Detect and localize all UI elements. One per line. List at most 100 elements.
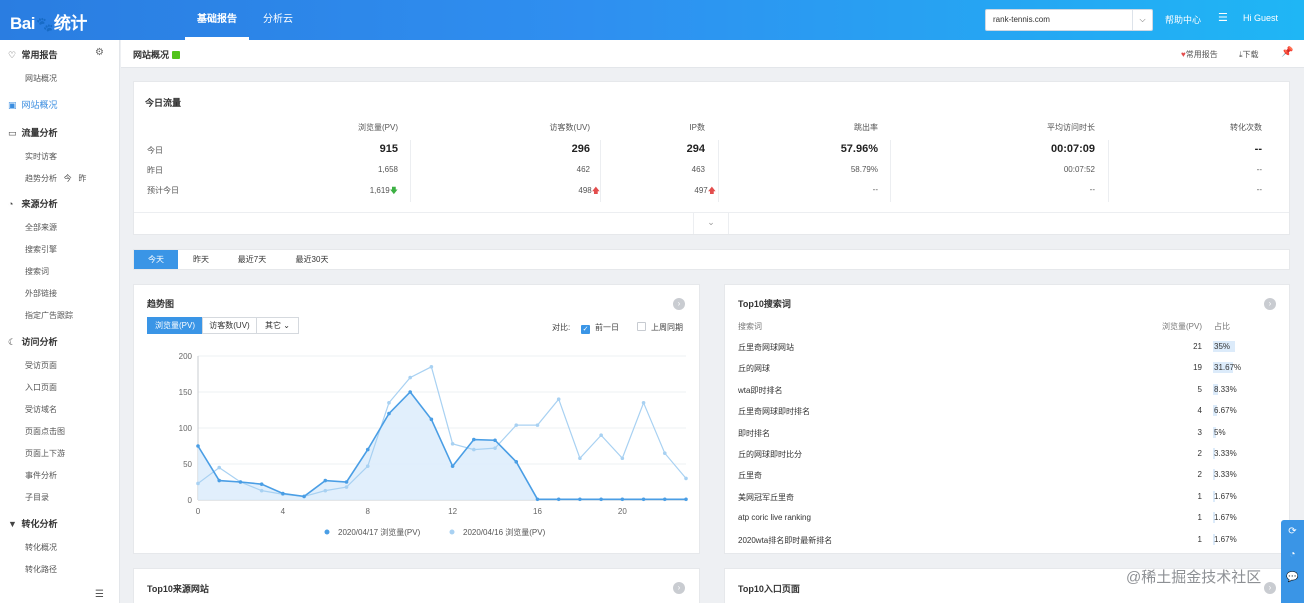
kw-share: 5% bbox=[1214, 427, 1226, 437]
data-point bbox=[259, 488, 264, 493]
sidebar-item-subdirectory[interactable]: 子目录 bbox=[25, 492, 49, 503]
sidebar-group-favorites[interactable]: ♡ 常用报告 bbox=[8, 48, 58, 61]
sidebar-group-traffic[interactable]: ▭ 流量分析 bbox=[8, 126, 58, 139]
today-ip: 294 bbox=[686, 143, 705, 155]
kw-term[interactable]: 丘里奇 bbox=[738, 470, 762, 481]
compare-prev-day[interactable]: ✓ 前一日 bbox=[581, 322, 619, 334]
chat-icon[interactable]: 💬 bbox=[1281, 572, 1304, 583]
baidu-tongji-logo[interactable]: Bai🐾统计 bbox=[10, 9, 87, 34]
data-point bbox=[323, 488, 328, 493]
sidebar-item-realtime[interactable]: 实时访客 bbox=[25, 151, 57, 162]
sidebar-item-page-flow[interactable]: 页面上下游 bbox=[25, 448, 65, 459]
sidebar-item-external-link[interactable]: 外部链接 bbox=[25, 288, 57, 299]
tab-today[interactable]: 今天 bbox=[134, 250, 178, 269]
data-point bbox=[599, 497, 603, 502]
sidebar-item-search-term[interactable]: 搜索词 bbox=[25, 266, 49, 277]
chevron-down-icon[interactable]: ⌵ bbox=[1132, 10, 1152, 30]
trend-yesterday-link[interactable]: 昨 bbox=[78, 174, 86, 183]
kw-term[interactable]: 即时排名 bbox=[738, 428, 770, 439]
data-point bbox=[514, 460, 519, 464]
column-divider bbox=[718, 140, 719, 202]
sidebar-item-conversion-path[interactable]: 转化路径 bbox=[25, 564, 57, 575]
download-button[interactable]: ⤓下载 bbox=[1239, 49, 1259, 60]
tab-yesterday[interactable]: 昨天 bbox=[179, 250, 223, 269]
sidebar-item-visited-domains[interactable]: 受访域名 bbox=[25, 404, 57, 415]
checkbox-icon[interactable] bbox=[637, 322, 646, 331]
sidebar-item-all-source[interactable]: 全部来源 bbox=[25, 222, 57, 233]
legend-marker bbox=[449, 529, 455, 535]
kw-term[interactable]: wta即时排名 bbox=[738, 385, 782, 396]
kw-share: 3.33% bbox=[1214, 449, 1237, 458]
today-bounce: 57.96% bbox=[840, 143, 878, 155]
sidebar-group-visit[interactable]: ☾ 访问分析 bbox=[8, 335, 58, 348]
metric-uv-button[interactable]: 访客数(UV) bbox=[202, 317, 257, 334]
sidebar-item-entry-pages[interactable]: 入口页面 bbox=[25, 382, 57, 393]
kw-term[interactable]: 2020wta排名即时最新排名 bbox=[738, 535, 832, 546]
column-divider bbox=[600, 140, 601, 202]
kw-share: 3.33% bbox=[1214, 470, 1237, 480]
x-tick-label: 16 bbox=[533, 507, 542, 516]
site-selector[interactable]: rank-tennis.com ⌵ bbox=[985, 9, 1153, 31]
metric-other-dropdown[interactable]: 其它 ⌄ bbox=[256, 317, 299, 334]
menu-icon[interactable]: ☰ bbox=[1218, 11, 1228, 24]
more-arrow-icon[interactable]: › bbox=[1264, 582, 1276, 594]
kw-term[interactable]: 丘里奇网球网站 bbox=[738, 342, 794, 353]
sidebar-group-conversion[interactable]: ▼ 转化分析 bbox=[8, 517, 58, 530]
data-point bbox=[196, 444, 200, 448]
gear-icon[interactable]: ⚙ bbox=[95, 47, 104, 58]
expand-chevron-icon[interactable]: ⌄ bbox=[693, 212, 729, 234]
kw-pv: 1 bbox=[1197, 491, 1202, 501]
col-conversions: 转化次数 bbox=[1230, 123, 1262, 132]
kw-term[interactable]: atp coric live ranking bbox=[738, 513, 811, 522]
sidebar-item-visited-pages[interactable]: 受访页面 bbox=[25, 360, 57, 371]
more-arrow-icon[interactable]: › bbox=[1264, 298, 1276, 310]
kw-share: 1.67% bbox=[1214, 513, 1237, 523]
metric-pv-button[interactable]: 浏览量(PV) bbox=[147, 317, 203, 334]
data-point bbox=[344, 485, 349, 489]
sidebar-item-events[interactable]: 事件分析 bbox=[25, 470, 57, 481]
refresh-icon[interactable]: ⟳ bbox=[1281, 526, 1304, 537]
checkbox-checked-icon[interactable]: ✓ bbox=[581, 325, 590, 334]
tab-basic-report[interactable]: 基础报告 bbox=[185, 0, 249, 40]
data-point bbox=[408, 375, 412, 380]
trend-today-link[interactable]: 今 bbox=[64, 174, 72, 183]
sidebar-item-ad-tracking[interactable]: 指定广告跟踪 bbox=[25, 310, 73, 321]
user-greeting[interactable]: Hi Guest bbox=[1243, 13, 1278, 23]
kw-term[interactable]: 丘的网球即时比分 bbox=[738, 449, 802, 460]
yesterday-pv: 1,658 bbox=[377, 165, 398, 174]
data-point bbox=[450, 442, 455, 446]
top-bar: Bai🐾统计 基础报告 分析云 rank-tennis.com ⌵ 帮助中心 ☰… bbox=[0, 0, 1304, 40]
collapse-sidebar-icon[interactable]: ☰ bbox=[95, 589, 104, 600]
data-point bbox=[535, 423, 540, 427]
x-tick-label: 8 bbox=[366, 507, 371, 516]
sidebar-item-click-map[interactable]: 页面点击图 bbox=[25, 426, 65, 437]
data-point bbox=[493, 438, 497, 443]
data-point bbox=[259, 482, 264, 486]
tab-analysis-cloud[interactable]: 分析云 bbox=[263, 0, 293, 40]
sidebar-item-search-engine[interactable]: 搜索引擎 bbox=[25, 244, 57, 255]
help-center-link[interactable]: 帮助中心 bbox=[1165, 13, 1201, 26]
sidebar-item-fav-overview[interactable]: 网站概况 bbox=[25, 73, 57, 84]
tab-last-30-days[interactable]: 最近30天 bbox=[286, 250, 338, 269]
top-sources-card bbox=[133, 568, 700, 603]
more-arrow-icon[interactable]: › bbox=[673, 298, 685, 310]
kw-term[interactable]: 丘里奇网球即时排名 bbox=[738, 406, 810, 417]
data-point bbox=[493, 446, 497, 450]
sidebar-item-overview[interactable]: ▣ 网站概况 bbox=[8, 98, 58, 111]
y-tick-label: 100 bbox=[179, 424, 193, 433]
sidebar-item-trend[interactable]: 趋势分析 今 昨 bbox=[25, 173, 86, 184]
tab-last-7-days[interactable]: 最近7天 bbox=[230, 250, 274, 269]
sidebar-group-source[interactable]: ◔ 来源分析 bbox=[8, 197, 58, 210]
kw-term[interactable]: 丘的网球 bbox=[738, 363, 770, 374]
sidebar-item-conversion-overview[interactable]: 转化概况 bbox=[25, 542, 57, 553]
kw-term[interactable]: 美网冠军丘里奇 bbox=[738, 492, 794, 503]
more-arrow-icon[interactable]: › bbox=[673, 582, 685, 594]
series-area bbox=[198, 392, 686, 500]
compass-icon[interactable]: ◔ bbox=[1281, 549, 1304, 560]
yesterday-conversions: -- bbox=[1256, 165, 1262, 174]
row-label-today: 今日 bbox=[147, 146, 163, 155]
add-favorite-button[interactable]: ♥常用报告 bbox=[1181, 49, 1218, 60]
pin-icon[interactable]: 📌 bbox=[1281, 47, 1293, 58]
compare-last-week[interactable]: 上周同期 bbox=[637, 322, 683, 333]
kw-header-pv: 浏览量(PV) bbox=[1162, 322, 1202, 331]
